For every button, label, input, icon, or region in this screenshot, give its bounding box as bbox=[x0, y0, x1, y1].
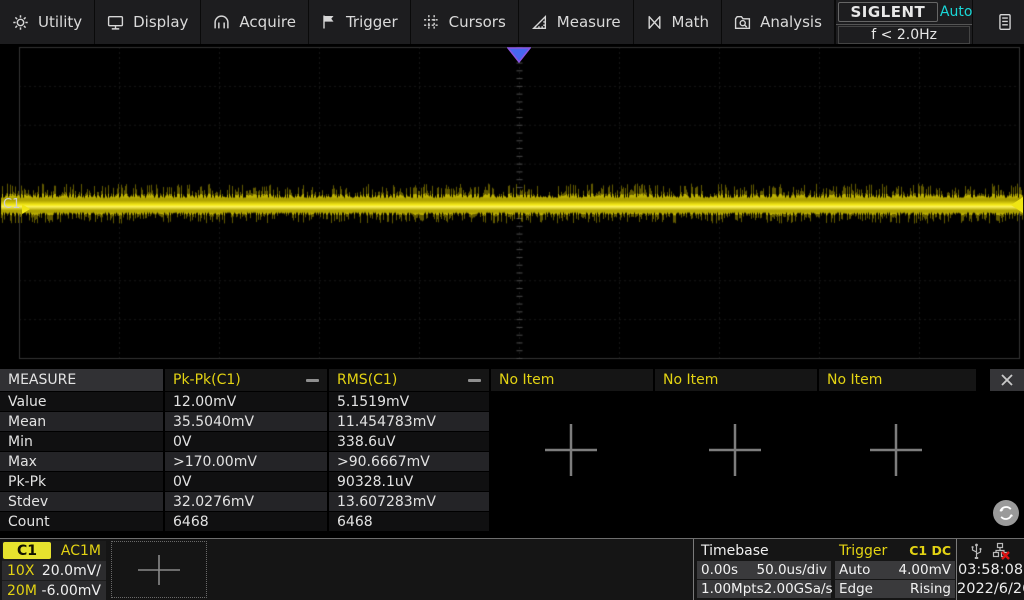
analysis-icon bbox=[734, 14, 751, 31]
add-measure-placeholder-icon[interactable] bbox=[864, 418, 928, 482]
waveform-display: C1 bbox=[0, 44, 1024, 360]
acquisition-status: Auto bbox=[940, 0, 973, 24]
measure-slot-pkpk[interactable]: Pk-Pk(C1) bbox=[165, 369, 327, 391]
channel-coupling: AC1M bbox=[52, 543, 106, 559]
menu-analysis[interactable]: Analysis bbox=[722, 0, 835, 44]
menu-acquire[interactable]: Acquire bbox=[201, 0, 309, 44]
top-menu-bar: Utility Display Acquire Trigger Cursors … bbox=[0, 0, 1024, 44]
menu-utility[interactable]: Utility bbox=[0, 0, 95, 44]
waveform-grid-canvas bbox=[0, 44, 1024, 360]
menu-cursors-label: Cursors bbox=[449, 13, 506, 31]
system-status-box: 03:58:08 2022/6/26 bbox=[957, 539, 1024, 600]
measure-panel-title: MEASURE bbox=[0, 369, 163, 391]
channel-offset: -6.00mV bbox=[42, 583, 101, 599]
menu-acquire-label: Acquire bbox=[239, 13, 296, 31]
timebase-memory: 1.00Mpts bbox=[701, 581, 764, 597]
trigger-frequency: f < 2.0Hz bbox=[838, 26, 971, 44]
measure-slot-empty-1[interactable]: No Item bbox=[491, 369, 653, 391]
trigger-level: 4.00mV bbox=[899, 562, 951, 578]
math-icon bbox=[646, 14, 663, 31]
menu-measure-label: Measure bbox=[557, 13, 621, 31]
remove-measure-handle[interactable] bbox=[306, 379, 319, 382]
timebase-panel[interactable]: Timebase 0.00s 50.0us/div 1.00Mpts 2.00G… bbox=[697, 541, 831, 598]
system-time: 03:58:08 bbox=[957, 561, 1024, 580]
reset-statistics-button[interactable] bbox=[993, 500, 1019, 526]
measure-row-stdev: Stdev 32.0276mV 13.607283mV bbox=[0, 492, 1024, 511]
divider bbox=[693, 539, 694, 600]
gear-icon bbox=[12, 14, 29, 31]
channel-descriptor-c1[interactable]: C1 AC1M 10X 20.0mV/ 20M -6.00mV bbox=[2, 541, 106, 598]
add-channel-button[interactable] bbox=[111, 541, 207, 598]
close-measure-button[interactable] bbox=[990, 369, 1024, 391]
system-date: 2022/6/26 bbox=[957, 580, 1024, 599]
timebase-delay: 0.00s bbox=[701, 562, 738, 578]
channel-level-marker[interactable]: C1 bbox=[3, 194, 30, 214]
menu-cursors[interactable]: Cursors bbox=[411, 0, 519, 44]
measure-header-row: MEASURE Pk-Pk(C1) RMS(C1) No Item No Ite… bbox=[0, 369, 1024, 391]
display-icon bbox=[107, 14, 124, 31]
channel-scale: 20.0mV/ bbox=[42, 563, 101, 579]
plus-icon bbox=[134, 553, 184, 587]
channel-bandwidth: 20M bbox=[7, 583, 37, 599]
measure-slot-empty-2[interactable]: No Item bbox=[655, 369, 817, 391]
refresh-icon bbox=[997, 504, 1015, 522]
trigger-slope: Rising bbox=[910, 581, 951, 597]
menu-display-label: Display bbox=[133, 13, 188, 31]
channel-marker-arrow-icon bbox=[22, 204, 30, 214]
measure-row-value: Value 12.00mV 5.1519mV bbox=[0, 392, 1024, 411]
flag-icon bbox=[321, 14, 337, 30]
measure-row-count: Count 6468 6468 bbox=[0, 512, 1024, 531]
close-icon bbox=[1000, 373, 1014, 387]
trigger-source: C1 DC bbox=[909, 543, 951, 558]
channel-menu-button[interactable]: C1 bbox=[973, 0, 1024, 44]
siglent-logo: SIGLENT bbox=[838, 2, 938, 22]
lan-disconnected-icon bbox=[992, 542, 1012, 560]
trigger-position-marker[interactable] bbox=[507, 47, 531, 63]
bottom-status-bar: C1 AC1M 10X 20.0mV/ 20M -6.00mV Timebase… bbox=[0, 538, 1024, 600]
cursors-icon bbox=[423, 14, 440, 31]
menu-measure[interactable]: Measure bbox=[519, 0, 634, 44]
menu-display[interactable]: Display bbox=[95, 0, 201, 44]
usb-icon bbox=[969, 543, 984, 560]
acquisition-status-block: SIGLENT Auto f < 2.0Hz bbox=[835, 0, 974, 44]
oscilloscope-screen: Utility Display Acquire Trigger Cursors … bbox=[0, 0, 1024, 600]
menu-math[interactable]: Math bbox=[634, 0, 723, 44]
add-measure-placeholder-icon[interactable] bbox=[703, 418, 767, 482]
channel-marker-label: C1 bbox=[3, 197, 20, 212]
timebase-sample-rate: 2.00GSa/s bbox=[764, 581, 833, 597]
remove-measure-handle[interactable] bbox=[468, 379, 481, 382]
trigger-panel[interactable]: Trigger C1 DC Auto 4.00mV Edge Rising bbox=[835, 541, 955, 598]
menu-utility-label: Utility bbox=[38, 13, 82, 31]
trigger-level-marker[interactable] bbox=[1011, 197, 1023, 213]
measure-icon bbox=[531, 14, 548, 31]
menu-trigger-label: Trigger bbox=[346, 13, 398, 31]
trigger-mode: Auto bbox=[839, 562, 870, 578]
channel-probe: 10X bbox=[7, 563, 34, 579]
measure-slot-rms[interactable]: RMS(C1) bbox=[329, 369, 489, 391]
menu-trigger[interactable]: Trigger bbox=[309, 0, 411, 44]
menu-math-label: Math bbox=[672, 13, 710, 31]
acquire-icon bbox=[213, 14, 230, 31]
timebase-scale: 50.0us/div bbox=[756, 562, 827, 578]
channel-badge: C1 bbox=[3, 542, 51, 559]
list-icon bbox=[997, 13, 1013, 31]
add-measure-placeholder-icon[interactable] bbox=[539, 418, 603, 482]
measure-slot-empty-3[interactable]: No Item bbox=[819, 369, 976, 391]
trigger-title: Trigger bbox=[839, 543, 887, 559]
timebase-title: Timebase bbox=[701, 543, 769, 559]
trigger-type: Edge bbox=[839, 581, 873, 597]
menu-analysis-label: Analysis bbox=[760, 13, 822, 31]
